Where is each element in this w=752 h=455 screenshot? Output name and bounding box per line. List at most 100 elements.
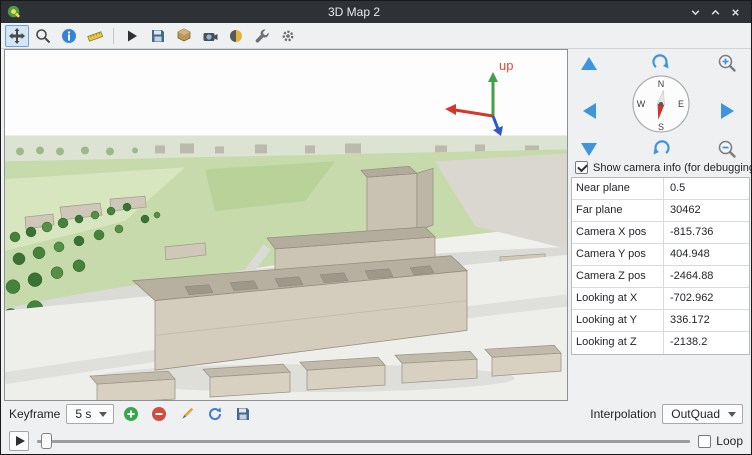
minimize-button[interactable] bbox=[685, 3, 705, 21]
minimize-icon bbox=[690, 7, 701, 18]
camera-info-value: 336.172 bbox=[664, 310, 749, 331]
camera-info-table: Near plane 0.5 Far plane 30462 Camera X … bbox=[571, 177, 750, 355]
refresh-icon bbox=[207, 406, 223, 422]
loop-checkbox[interactable]: Loop bbox=[698, 434, 743, 448]
tilt-up-button[interactable] bbox=[651, 53, 671, 73]
slider-track[interactable] bbox=[37, 440, 690, 443]
right-arrow-icon bbox=[721, 103, 734, 119]
toolbar bbox=[1, 23, 751, 49]
camera-info-label: Far plane bbox=[572, 200, 664, 221]
checkbox-icon[interactable] bbox=[575, 161, 588, 174]
camera-control-pan-button[interactable] bbox=[5, 25, 29, 47]
zoom-full-icon bbox=[35, 28, 51, 44]
keyframe-duration-value: 5 s bbox=[75, 407, 91, 421]
chevron-down-icon bbox=[728, 412, 736, 417]
configure-effects-button[interactable] bbox=[250, 25, 274, 47]
loop-label: Loop bbox=[716, 434, 743, 448]
table-row: Camera Y pos 404.948 bbox=[572, 244, 749, 266]
gear-icon bbox=[280, 28, 296, 44]
table-row: Looking at Z -2138.2 bbox=[572, 332, 749, 354]
show-camera-info-label: Show camera info (for debugging) bbox=[593, 162, 752, 174]
rotate-ccw-icon bbox=[651, 139, 671, 159]
camera-info-value: -702.962 bbox=[664, 288, 749, 309]
play-icon bbox=[124, 28, 140, 44]
camera-info-label: Camera Y pos bbox=[572, 244, 664, 265]
checkbox-icon[interactable] bbox=[698, 435, 711, 448]
zoom-out-button[interactable] bbox=[717, 139, 737, 159]
close-button[interactable] bbox=[725, 3, 745, 21]
compass-north-label: N bbox=[658, 79, 665, 89]
identify-info-icon bbox=[61, 28, 77, 44]
timeline-bar: Loop bbox=[1, 427, 751, 455]
options-button[interactable] bbox=[276, 25, 300, 47]
measure-line-button[interactable] bbox=[83, 25, 107, 47]
add-keyframe-button[interactable] bbox=[120, 403, 142, 425]
3d-viewport[interactable]: up bbox=[4, 49, 568, 401]
rotate-cw-icon bbox=[651, 53, 671, 73]
camera-info-value: -815.736 bbox=[664, 222, 749, 243]
camera-info-label: Looking at Z bbox=[572, 332, 664, 354]
camera-compass[interactable]: N E S W bbox=[630, 73, 692, 135]
maximize-button[interactable] bbox=[705, 3, 725, 21]
axis-gizmo: up bbox=[427, 54, 537, 138]
close-icon bbox=[730, 7, 741, 18]
move-down-button[interactable] bbox=[579, 139, 599, 159]
camera-info-label: Camera X pos bbox=[572, 222, 664, 243]
save-image-button[interactable] bbox=[146, 25, 170, 47]
keyframe-label: Keyframe bbox=[9, 407, 60, 421]
interpolation-value: OutQuad bbox=[671, 407, 720, 421]
camera-info-label: Looking at Y bbox=[572, 310, 664, 331]
play-button[interactable] bbox=[9, 431, 29, 451]
camera-info-value: 30462 bbox=[664, 200, 749, 221]
maximize-icon bbox=[710, 7, 721, 18]
tilt-down-button[interactable] bbox=[651, 139, 671, 159]
pencil-icon bbox=[179, 406, 195, 422]
camera-info-label: Camera Z pos bbox=[572, 266, 664, 287]
titlebar[interactable]: 3D Map 2 bbox=[1, 1, 751, 23]
add-plus-icon bbox=[123, 406, 139, 422]
export-cube-icon bbox=[176, 28, 192, 44]
show-camera-info-checkbox[interactable]: Show camera info (for debugging) bbox=[575, 161, 752, 174]
camera-info-value: -2464.88 bbox=[664, 266, 749, 287]
remove-minus-icon bbox=[151, 406, 167, 422]
zoom-in-icon bbox=[717, 53, 737, 73]
zoom-out-icon bbox=[717, 139, 737, 159]
navigation-panel: N E S W bbox=[569, 49, 752, 401]
zoom-full-button[interactable] bbox=[31, 25, 55, 47]
identify-button[interactable] bbox=[57, 25, 81, 47]
zoom-in-button[interactable] bbox=[717, 53, 737, 73]
keyframe-duration-select[interactable]: 5 s bbox=[66, 404, 114, 424]
qgis-logo-icon bbox=[7, 4, 23, 20]
play-icon bbox=[16, 436, 25, 446]
table-row: Looking at X -702.962 bbox=[572, 288, 749, 310]
window-title: 3D Map 2 bbox=[23, 5, 685, 19]
pan-icon bbox=[9, 28, 25, 44]
move-left-button[interactable] bbox=[579, 101, 599, 121]
interpolation-select[interactable]: OutQuad bbox=[662, 404, 743, 424]
keyframe-bar: Keyframe 5 s bbox=[1, 401, 751, 427]
camera-view-button[interactable] bbox=[198, 25, 222, 47]
edit-keyframe-button[interactable] bbox=[176, 403, 198, 425]
qgis-logo-icon bbox=[7, 5, 21, 19]
move-up-button[interactable] bbox=[579, 53, 599, 73]
play-animation-button[interactable] bbox=[120, 25, 144, 47]
timeline-slider[interactable] bbox=[37, 431, 690, 451]
save-floppy-icon bbox=[150, 28, 166, 44]
3d-map-window: 3D Map 2 bbox=[0, 0, 752, 455]
axis-left-arrow bbox=[445, 104, 456, 115]
compass-south-label: S bbox=[658, 122, 664, 132]
camera-info-label: Near plane bbox=[572, 178, 664, 199]
remove-keyframe-button[interactable] bbox=[148, 403, 170, 425]
duplicate-keyframe-button[interactable] bbox=[204, 403, 226, 425]
chevron-down-icon bbox=[99, 412, 107, 417]
export-3d-scene-button[interactable] bbox=[172, 25, 196, 47]
save-floppy-icon bbox=[235, 406, 251, 422]
slider-handle[interactable] bbox=[41, 433, 52, 449]
camera-info-value: 404.948 bbox=[664, 244, 749, 265]
move-right-button[interactable] bbox=[717, 101, 737, 121]
table-row: Far plane 30462 bbox=[572, 200, 749, 222]
axis-up-arrow bbox=[488, 72, 498, 82]
export-animation-button[interactable] bbox=[232, 403, 254, 425]
up-arrow-icon bbox=[581, 57, 597, 70]
shadows-button[interactable] bbox=[224, 25, 248, 47]
